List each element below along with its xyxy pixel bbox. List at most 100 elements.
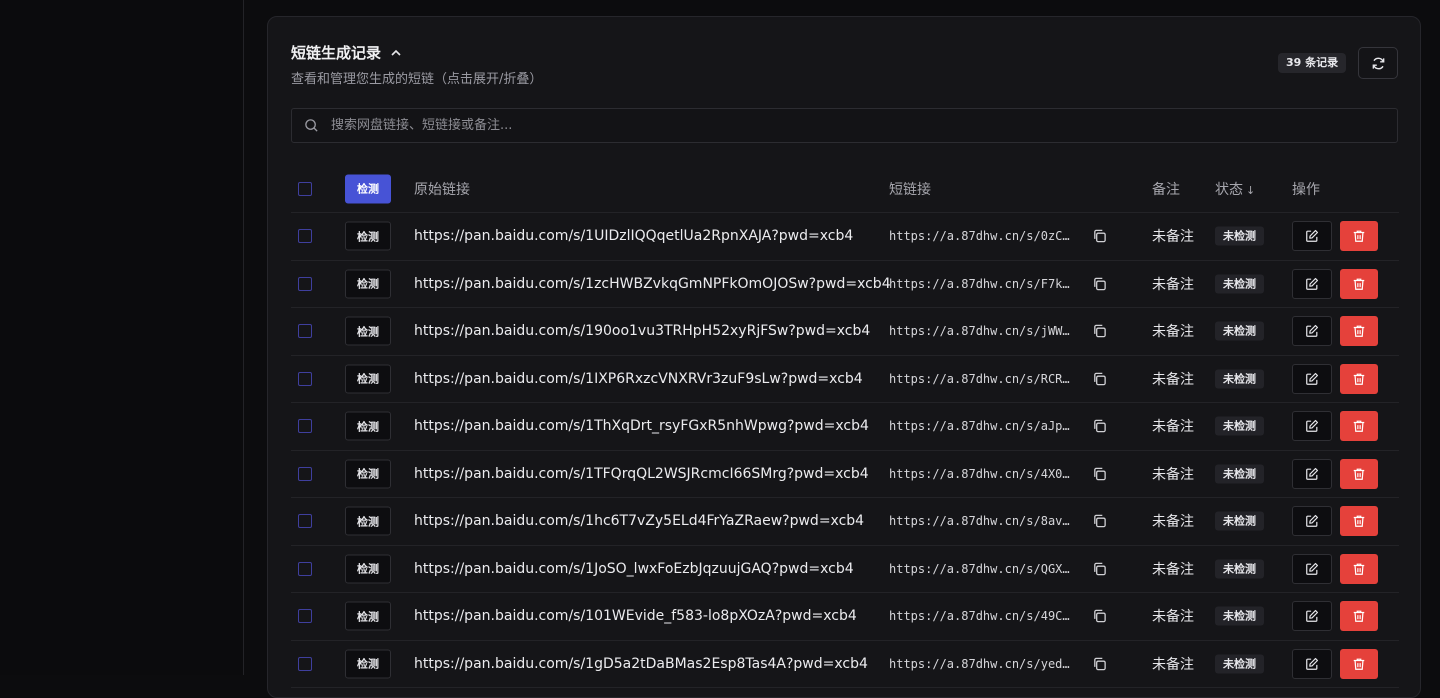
short-link[interactable]: https://a.87dhw.cn/s/F7k…: [889, 277, 1070, 291]
short-link[interactable]: https://a.87dhw.cn/s/yed…: [889, 657, 1070, 671]
edit-icon: [1306, 657, 1319, 670]
detect-button[interactable]: 检测: [345, 316, 391, 346]
original-link[interactable]: https://pan.baidu.com/s/1gD5a2tDaBMas2Es…: [414, 656, 868, 672]
note-text: 未备注: [1152, 466, 1194, 483]
original-link[interactable]: https://pan.baidu.com/s/1JoSO_lwxFoEzbJq…: [414, 561, 854, 577]
copy-icon[interactable]: [1092, 371, 1107, 386]
trash-icon: [1353, 468, 1365, 480]
row-checkbox[interactable]: [298, 419, 312, 434]
note-text: 未备注: [1152, 609, 1194, 626]
row-checkbox[interactable]: [298, 514, 312, 529]
edit-button[interactable]: [1292, 363, 1332, 394]
detect-button[interactable]: 检测: [345, 506, 391, 536]
delete-button[interactable]: [1340, 268, 1378, 299]
trash-icon: [1353, 658, 1365, 670]
header-short-link: 短链接: [889, 181, 931, 198]
row-checkbox[interactable]: [298, 324, 312, 339]
original-link[interactable]: https://pan.baidu.com/s/101WEvide_f583-l…: [414, 608, 857, 624]
edit-button[interactable]: [1292, 411, 1332, 442]
copy-icon[interactable]: [1092, 609, 1107, 624]
short-link[interactable]: https://a.87dhw.cn/s/jWW…: [889, 324, 1070, 338]
bulk-detect-button[interactable]: 检测: [345, 174, 391, 203]
record-count-badge: 39 条记录: [1278, 53, 1347, 73]
row-checkbox[interactable]: [298, 561, 312, 576]
detect-button[interactable]: 检测: [345, 269, 391, 299]
table-row: 检测 https://pan.baidu.com/s/101WEvide_f58…: [291, 593, 1399, 641]
edit-button[interactable]: [1292, 316, 1332, 347]
trash-icon: [1353, 610, 1365, 623]
detect-button[interactable]: 检测: [345, 601, 391, 631]
row-checkbox[interactable]: [298, 371, 312, 386]
trash-icon: [1353, 373, 1365, 385]
edit-icon: [1306, 325, 1319, 338]
select-all-checkbox[interactable]: [298, 181, 312, 196]
row-checkbox[interactable]: [298, 609, 312, 624]
header-status-sort[interactable]: 状态 ↓: [1215, 179, 1255, 199]
refresh-button[interactable]: [1358, 47, 1398, 79]
short-link[interactable]: https://a.87dhw.cn/s/0zC…: [889, 229, 1070, 243]
short-link[interactable]: https://a.87dhw.cn/s/8av…: [889, 514, 1070, 528]
detect-button[interactable]: 检测: [345, 459, 391, 489]
original-link[interactable]: https://pan.baidu.com/s/1ThXqDrt_rsyFGxR…: [414, 418, 869, 434]
note-text: 未备注: [1152, 371, 1194, 388]
detect-button[interactable]: 检测: [345, 649, 391, 679]
delete-button[interactable]: [1340, 363, 1378, 394]
trash-icon: [1353, 325, 1365, 338]
copy-icon[interactable]: [1092, 419, 1107, 434]
copy-icon[interactable]: [1092, 466, 1107, 481]
delete-button[interactable]: [1340, 601, 1378, 632]
edit-button[interactable]: [1292, 458, 1332, 489]
edit-icon: [1306, 515, 1319, 528]
panel-header-toggle[interactable]: 短链生成记录: [291, 42, 403, 63]
original-link[interactable]: https://pan.baidu.com/s/1hc6T7vZy5ELd4Fr…: [414, 513, 864, 529]
edit-button[interactable]: [1292, 506, 1332, 537]
trash-icon: [1353, 563, 1365, 575]
trash-icon: [1353, 278, 1365, 290]
detect-button[interactable]: 检测: [345, 411, 391, 441]
row-checkbox[interactable]: [298, 229, 312, 244]
row-checkbox[interactable]: [298, 656, 312, 671]
edit-button[interactable]: [1292, 601, 1332, 632]
detect-button[interactable]: 检测: [345, 554, 391, 584]
edit-button[interactable]: [1292, 221, 1332, 252]
original-link[interactable]: https://pan.baidu.com/s/1UIDzlIQQqetlUa2…: [414, 228, 853, 244]
table-row: 检测 https://pan.baidu.com/s/1zcHWBZvkqGmN…: [291, 261, 1399, 308]
edit-icon: [1306, 230, 1319, 243]
copy-icon[interactable]: [1092, 229, 1107, 244]
delete-button[interactable]: [1340, 553, 1378, 584]
short-link[interactable]: https://a.87dhw.cn/s/RCR…: [889, 372, 1070, 386]
edit-button[interactable]: [1292, 648, 1332, 679]
short-link[interactable]: https://a.87dhw.cn/s/aJp…: [889, 419, 1070, 433]
delete-button[interactable]: [1340, 506, 1378, 537]
copy-icon[interactable]: [1092, 324, 1107, 339]
original-link[interactable]: https://pan.baidu.com/s/1zcHWBZvkqGmNPFk…: [414, 276, 891, 292]
edit-button[interactable]: [1292, 268, 1332, 299]
delete-button[interactable]: [1340, 458, 1378, 489]
original-link[interactable]: https://pan.baidu.com/s/1IXP6RxzcVNXRVr3…: [414, 371, 863, 387]
delete-button[interactable]: [1340, 411, 1378, 442]
short-link[interactable]: https://a.87dhw.cn/s/49C…: [889, 609, 1070, 623]
short-link[interactable]: https://a.87dhw.cn/s/4X0…: [889, 467, 1070, 481]
trash-icon: [1353, 420, 1365, 433]
row-checkbox[interactable]: [298, 466, 312, 481]
records-table: 检测 原始链接 短链接 备注 状态 ↓ 操作 检测 https://pan.bai…: [291, 165, 1399, 688]
copy-icon[interactable]: [1092, 656, 1107, 671]
search-input[interactable]: [329, 117, 1333, 134]
status-badge: 未检测: [1215, 511, 1264, 531]
original-link[interactable]: https://pan.baidu.com/s/190oo1vu3TRHpH52…: [414, 323, 870, 339]
status-badge: 未检测: [1215, 606, 1264, 626]
header-status: 状态: [1215, 181, 1243, 198]
short-link[interactable]: https://a.87dhw.cn/s/QGX…: [889, 562, 1070, 576]
copy-icon[interactable]: [1092, 514, 1107, 529]
detect-button[interactable]: 检测: [345, 221, 391, 251]
delete-button[interactable]: [1340, 221, 1378, 252]
delete-button[interactable]: [1340, 316, 1378, 347]
edit-button[interactable]: [1292, 553, 1332, 584]
copy-icon[interactable]: [1092, 561, 1107, 576]
detect-button[interactable]: 检测: [345, 364, 391, 394]
row-checkbox[interactable]: [298, 276, 312, 291]
original-link[interactable]: https://pan.baidu.com/s/1TFQrqQL2WSJRcmc…: [414, 466, 869, 482]
edit-icon: [1306, 277, 1319, 290]
copy-icon[interactable]: [1092, 276, 1107, 291]
delete-button[interactable]: [1340, 648, 1378, 679]
